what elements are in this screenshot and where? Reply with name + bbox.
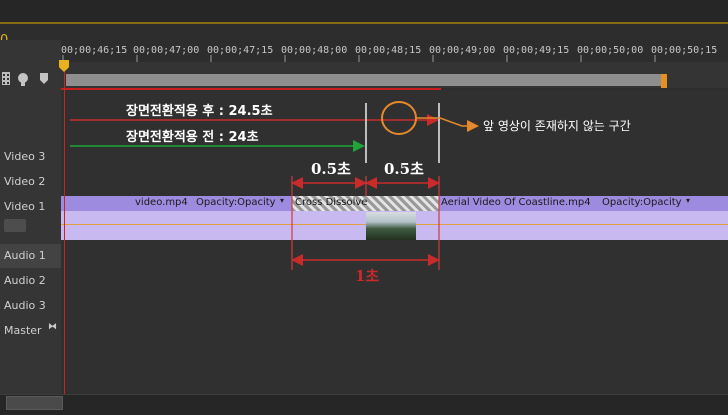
horizontal-scrollbar[interactable] <box>0 394 728 415</box>
annotation-total: 1초 <box>355 267 380 285</box>
annotation-after: 장면전환적용 후 : 24.5초 <box>126 104 273 119</box>
callout-arrow <box>416 117 479 132</box>
scrollbar-thumb[interactable] <box>6 396 63 410</box>
highlight-circle <box>381 101 417 135</box>
annotation-before: 장면전환적용 전 : 24초 <box>126 130 259 145</box>
annotation-half-right: 0.5초 <box>384 160 424 178</box>
annotation-gap-note: 앞 영상이 존재하지 않는 구간 <box>483 119 631 133</box>
annotation-overlay <box>70 101 479 270</box>
annotation-half-left: 0.5초 <box>311 160 351 178</box>
